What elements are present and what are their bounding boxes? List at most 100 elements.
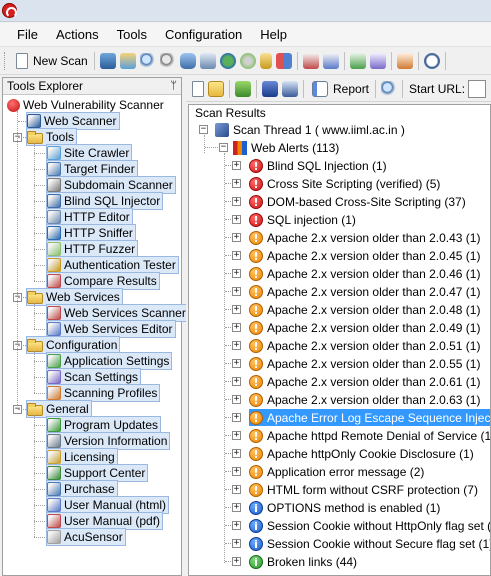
expand-toggle[interactable]: + [232, 251, 241, 260]
alert-item-options-method-is-enabled-1[interactable]: i OPTIONS method is enabled (1) [249, 499, 440, 516]
tree-group-general[interactable]: General [26, 400, 92, 418]
new-document-icon[interactable] [192, 81, 204, 97]
expand-toggle[interactable]: + [232, 413, 241, 422]
target-finder-icon[interactable] [139, 53, 156, 69]
tree-item-authentication-tester[interactable]: Authentication Tester [46, 256, 179, 274]
tree-item-user-manual-html[interactable]: User Manual (html) [45, 496, 170, 514]
menu-file[interactable]: File [8, 23, 47, 47]
tree-item-support-center[interactable]: Support Center [45, 464, 149, 482]
expand-toggle[interactable]: + [232, 449, 241, 458]
alert-item-apache-2-x-version-older-than-2-0-55-1[interactable]: ! Apache 2.x version older than 2.0.55 (1… [249, 355, 480, 372]
site-crawler-icon[interactable] [119, 53, 136, 69]
expand-toggle[interactable]: + [232, 305, 241, 314]
web-services-scanner-icon[interactable] [302, 53, 319, 69]
save-icon[interactable] [262, 81, 278, 97]
menu-help[interactable]: Help [251, 23, 296, 47]
start-url-input[interactable] [468, 80, 487, 98]
alert-item-apache-httponly-cookie-disclosure-1[interactable]: ! Apache httpOnly Cookie Disclosure (1) [249, 445, 474, 462]
tree-item-version-information[interactable]: Version Information [45, 432, 171, 450]
compare-results-icon[interactable] [275, 53, 292, 69]
alert-item-broken-links-44[interactable]: i Broken links (44) [249, 553, 357, 570]
report-button[interactable]: Report [307, 78, 372, 100]
tree-item-licensing[interactable]: Licensing [46, 448, 118, 466]
tree-group-web-services[interactable]: Web Services [26, 288, 123, 306]
expand-toggle[interactable]: + [232, 377, 241, 386]
tree-item-scanning-profiles[interactable]: Scanning Profiles [45, 384, 161, 402]
menu-actions[interactable]: Actions [47, 23, 108, 47]
expand-toggle[interactable]: + [232, 233, 241, 242]
http-fuzzer-icon[interactable] [239, 53, 256, 69]
tree-root-web-vulnerability-scanner[interactable]: Web Vulnerability Scanner [7, 97, 164, 113]
menu-tools[interactable]: Tools [108, 23, 156, 47]
authentication-tester-icon[interactable] [259, 53, 272, 69]
collapse-toggle[interactable]: − [199, 125, 208, 134]
web-services-editor-icon[interactable] [322, 53, 339, 69]
toolbar-grip[interactable] [4, 52, 7, 70]
tree-item-scan-settings[interactable]: Scan Settings [45, 368, 142, 386]
alert-item-apache-2-x-version-older-than-2-0-47-1[interactable]: ! Apache 2.x version older than 2.0.47 (1… [249, 283, 480, 300]
menu-configuration[interactable]: Configuration [156, 23, 251, 47]
expand-toggle[interactable]: + [232, 503, 241, 512]
expand-toggle[interactable]: + [232, 467, 241, 476]
tree-item-web-services-scanner[interactable]: Web Services Scanner [46, 304, 189, 322]
tree-item-blind-sql-injector[interactable]: Blind SQL Injector [45, 192, 164, 210]
scan-thread-node[interactable]: Scan Thread 1 ( www.iiml.ac.in ) [215, 121, 405, 138]
http-editor-icon[interactable] [199, 53, 216, 69]
expand-toggle[interactable]: + [232, 485, 241, 494]
expand-toggle[interactable]: + [232, 323, 241, 332]
expand-toggle[interactable]: + [232, 395, 241, 404]
alert-item-apache-2-x-version-older-than-2-0-43-1[interactable]: ! Apache 2.x version older than 2.0.43 (1… [249, 229, 480, 246]
tree-item-http-sniffer[interactable]: HTTP Sniffer [46, 224, 136, 242]
expand-toggle[interactable]: + [232, 359, 241, 368]
expand-toggle[interactable]: + [232, 215, 241, 224]
expand-toggle[interactable]: + [232, 179, 241, 188]
expand-toggle[interactable]: + [232, 539, 241, 548]
expand-toggle[interactable]: + [232, 431, 241, 440]
sql-injector-icon[interactable] [179, 53, 196, 69]
expand-toggle[interactable]: + [232, 557, 241, 566]
http-sniffer-icon[interactable] [219, 53, 236, 69]
alert-item-session-cookie-without-secure-flag-set-1[interactable]: i Session Cookie without Secure flag set … [249, 535, 490, 552]
export-icon[interactable] [282, 81, 298, 97]
tree-item-user-manual-pdf[interactable]: User Manual (pdf) [45, 512, 164, 530]
scheduler-icon[interactable] [423, 53, 440, 69]
alert-item-apache-error-log-escape-sequence-injection-v[interactable]: ! Apache Error Log Escape Sequence Inject… [249, 409, 490, 426]
alert-item-cross-site-scripting-verified-5[interactable]: ! Cross Site Scripting (verified) (5) [249, 175, 440, 192]
alert-item-dom-based-cross-site-scripting-37[interactable]: ! DOM-based Cross-Site Scripting (37) [249, 193, 466, 210]
scan-settings-icon[interactable] [369, 53, 386, 69]
web-scanner-icon[interactable] [99, 53, 116, 69]
alert-item-apache-2-x-version-older-than-2-0-51-1[interactable]: ! Apache 2.x version older than 2.0.51 (1… [249, 337, 480, 354]
alert-item-session-cookie-without-httponly-flag-set-1[interactable]: i Session Cookie without HttpOnly flag se… [249, 517, 490, 534]
alert-item-sql-injection-1[interactable]: ! SQL injection (1) [249, 211, 356, 228]
alert-item-html-form-without-csrf-protection-7[interactable]: ! HTML form without CSRF protection (7) [249, 481, 478, 498]
tree-group-configuration[interactable]: Configuration [25, 336, 121, 354]
alert-item-blind-sql-injection-1[interactable]: ! Blind SQL Injection (1) [249, 157, 387, 174]
expand-toggle[interactable]: + [232, 269, 241, 278]
tree-item-acusensor[interactable]: AcuSensor [46, 528, 126, 546]
expand-toggle[interactable]: + [232, 341, 241, 350]
tree-item-target-finder[interactable]: Target Finder [46, 160, 138, 178]
alert-item-apache-2-x-version-older-than-2-0-46-1[interactable]: ! Apache 2.x version older than 2.0.46 (1… [249, 265, 480, 282]
add-plugin-icon[interactable] [235, 81, 251, 97]
subdomain-scanner-icon[interactable] [159, 53, 176, 69]
alert-item-apache-2-x-version-older-than-2-0-45-1[interactable]: ! Apache 2.x version older than 2.0.45 (1… [249, 247, 480, 264]
tree-item-web-scanner[interactable]: Web Scanner [26, 112, 120, 130]
web-alerts-node[interactable]: Web Alerts (113) [233, 139, 339, 156]
pin-icon[interactable]: ᛘ [170, 80, 177, 92]
tree-item-site-crawler[interactable]: Site Crawler [45, 144, 133, 162]
tree-item-program-updates[interactable]: Program Updates [45, 416, 162, 434]
expand-toggle[interactable]: + [232, 287, 241, 296]
alert-item-application-error-message-2[interactable]: ! Application error message (2) [249, 463, 424, 480]
new-scan-button[interactable]: New Scan [11, 50, 91, 72]
open-folder-icon[interactable] [208, 81, 224, 97]
alert-item-apache-2-x-version-older-than-2-0-61-1[interactable]: ! Apache 2.x version older than 2.0.61 (1… [249, 373, 480, 390]
scanning-profiles-icon[interactable] [396, 53, 413, 69]
expand-toggle[interactable]: + [232, 161, 241, 170]
alert-item-apache-httpd-remote-denial-of-service-1[interactable]: ! Apache httpd Remote Denial of Service (… [249, 427, 490, 444]
tree-item-compare-results[interactable]: Compare Results [46, 272, 160, 290]
alert-item-apache-2-x-version-older-than-2-0-49-1[interactable]: ! Apache 2.x version older than 2.0.49 (1… [249, 319, 480, 336]
expand-toggle[interactable]: + [232, 197, 241, 206]
tree-item-http-editor[interactable]: HTTP Editor [46, 208, 133, 226]
tree-item-application-settings[interactable]: Application Settings [45, 352, 173, 370]
expand-toggle[interactable]: + [232, 521, 241, 530]
